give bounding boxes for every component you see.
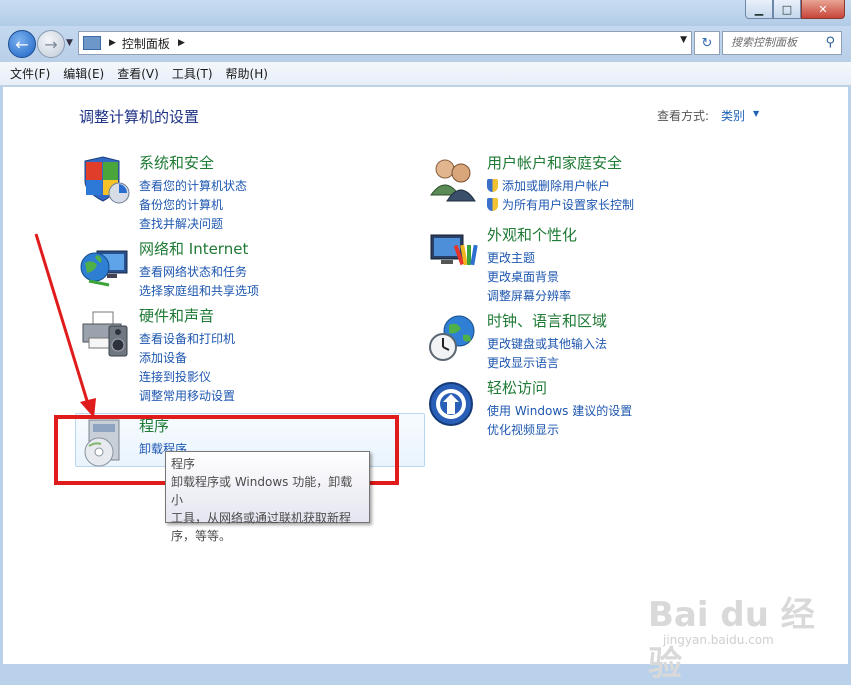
control-panel-window: ▁ □ ✕ ← → ▼ ▶ 控制面板 ▶ ▼ ↻ ⚲ 文件(F) 编辑(E) 查… [0, 0, 851, 684]
annotation-arrow [34, 233, 96, 418]
